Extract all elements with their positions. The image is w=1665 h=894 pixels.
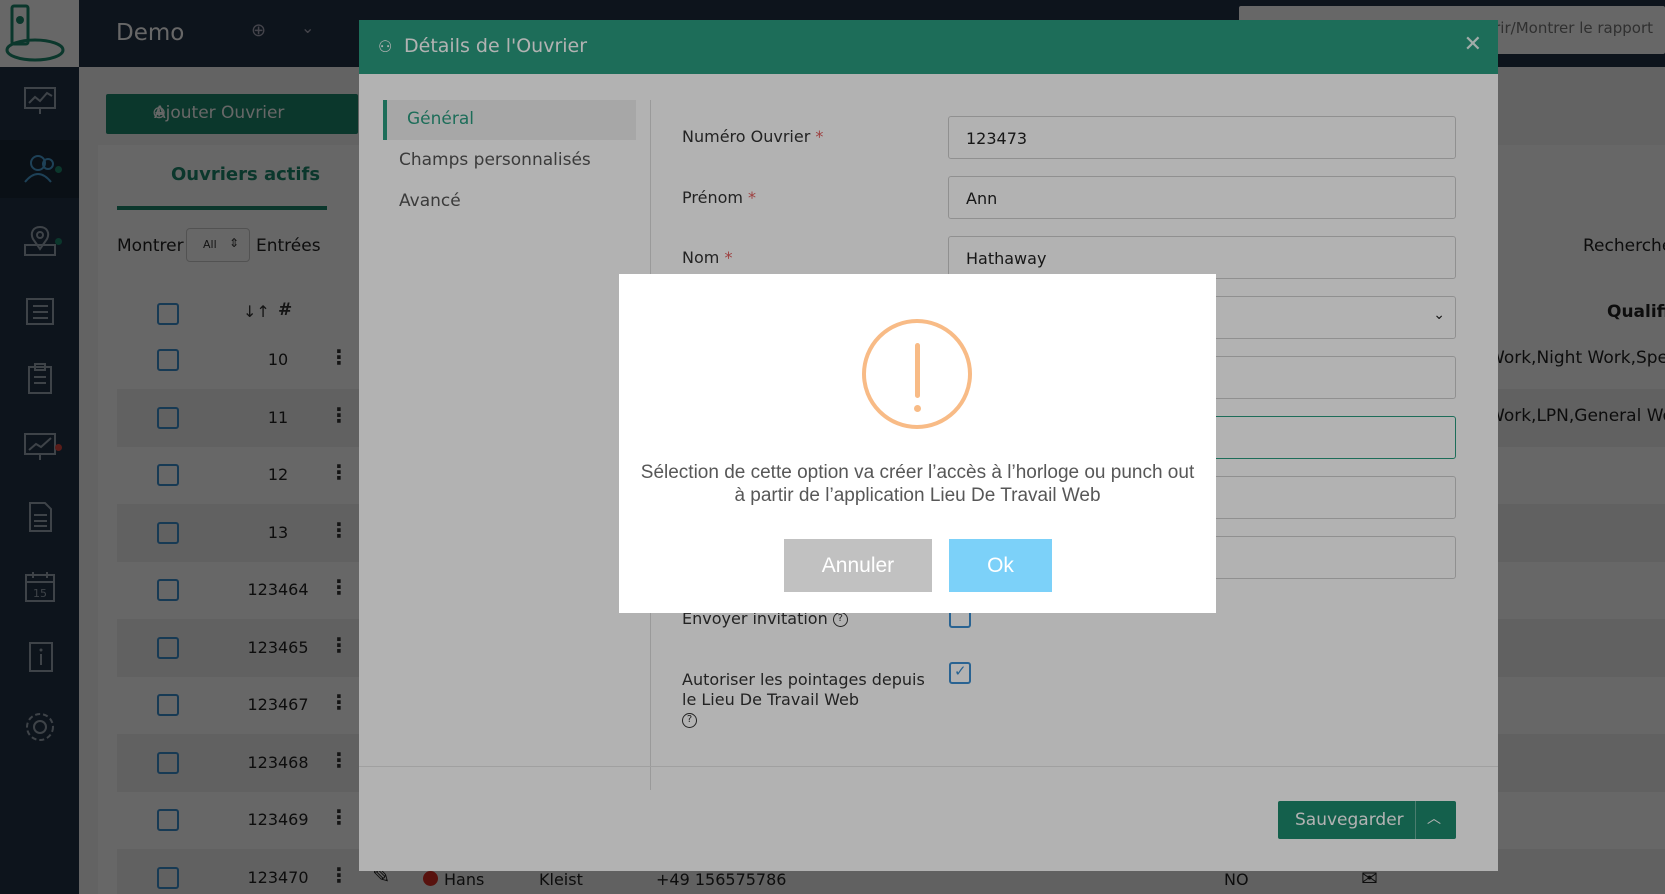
cancel-button[interactable]: Annuler bbox=[784, 539, 932, 592]
alert-message: Sélection de cette option va créer l’acc… bbox=[640, 462, 1195, 506]
warning-icon bbox=[862, 319, 972, 429]
warning-icon-dot bbox=[914, 405, 921, 412]
ok-button[interactable]: Ok bbox=[949, 539, 1052, 592]
confirmation-alert: Sélection de cette option va créer l’acc… bbox=[619, 274, 1216, 613]
warning-icon-bar bbox=[915, 343, 920, 398]
